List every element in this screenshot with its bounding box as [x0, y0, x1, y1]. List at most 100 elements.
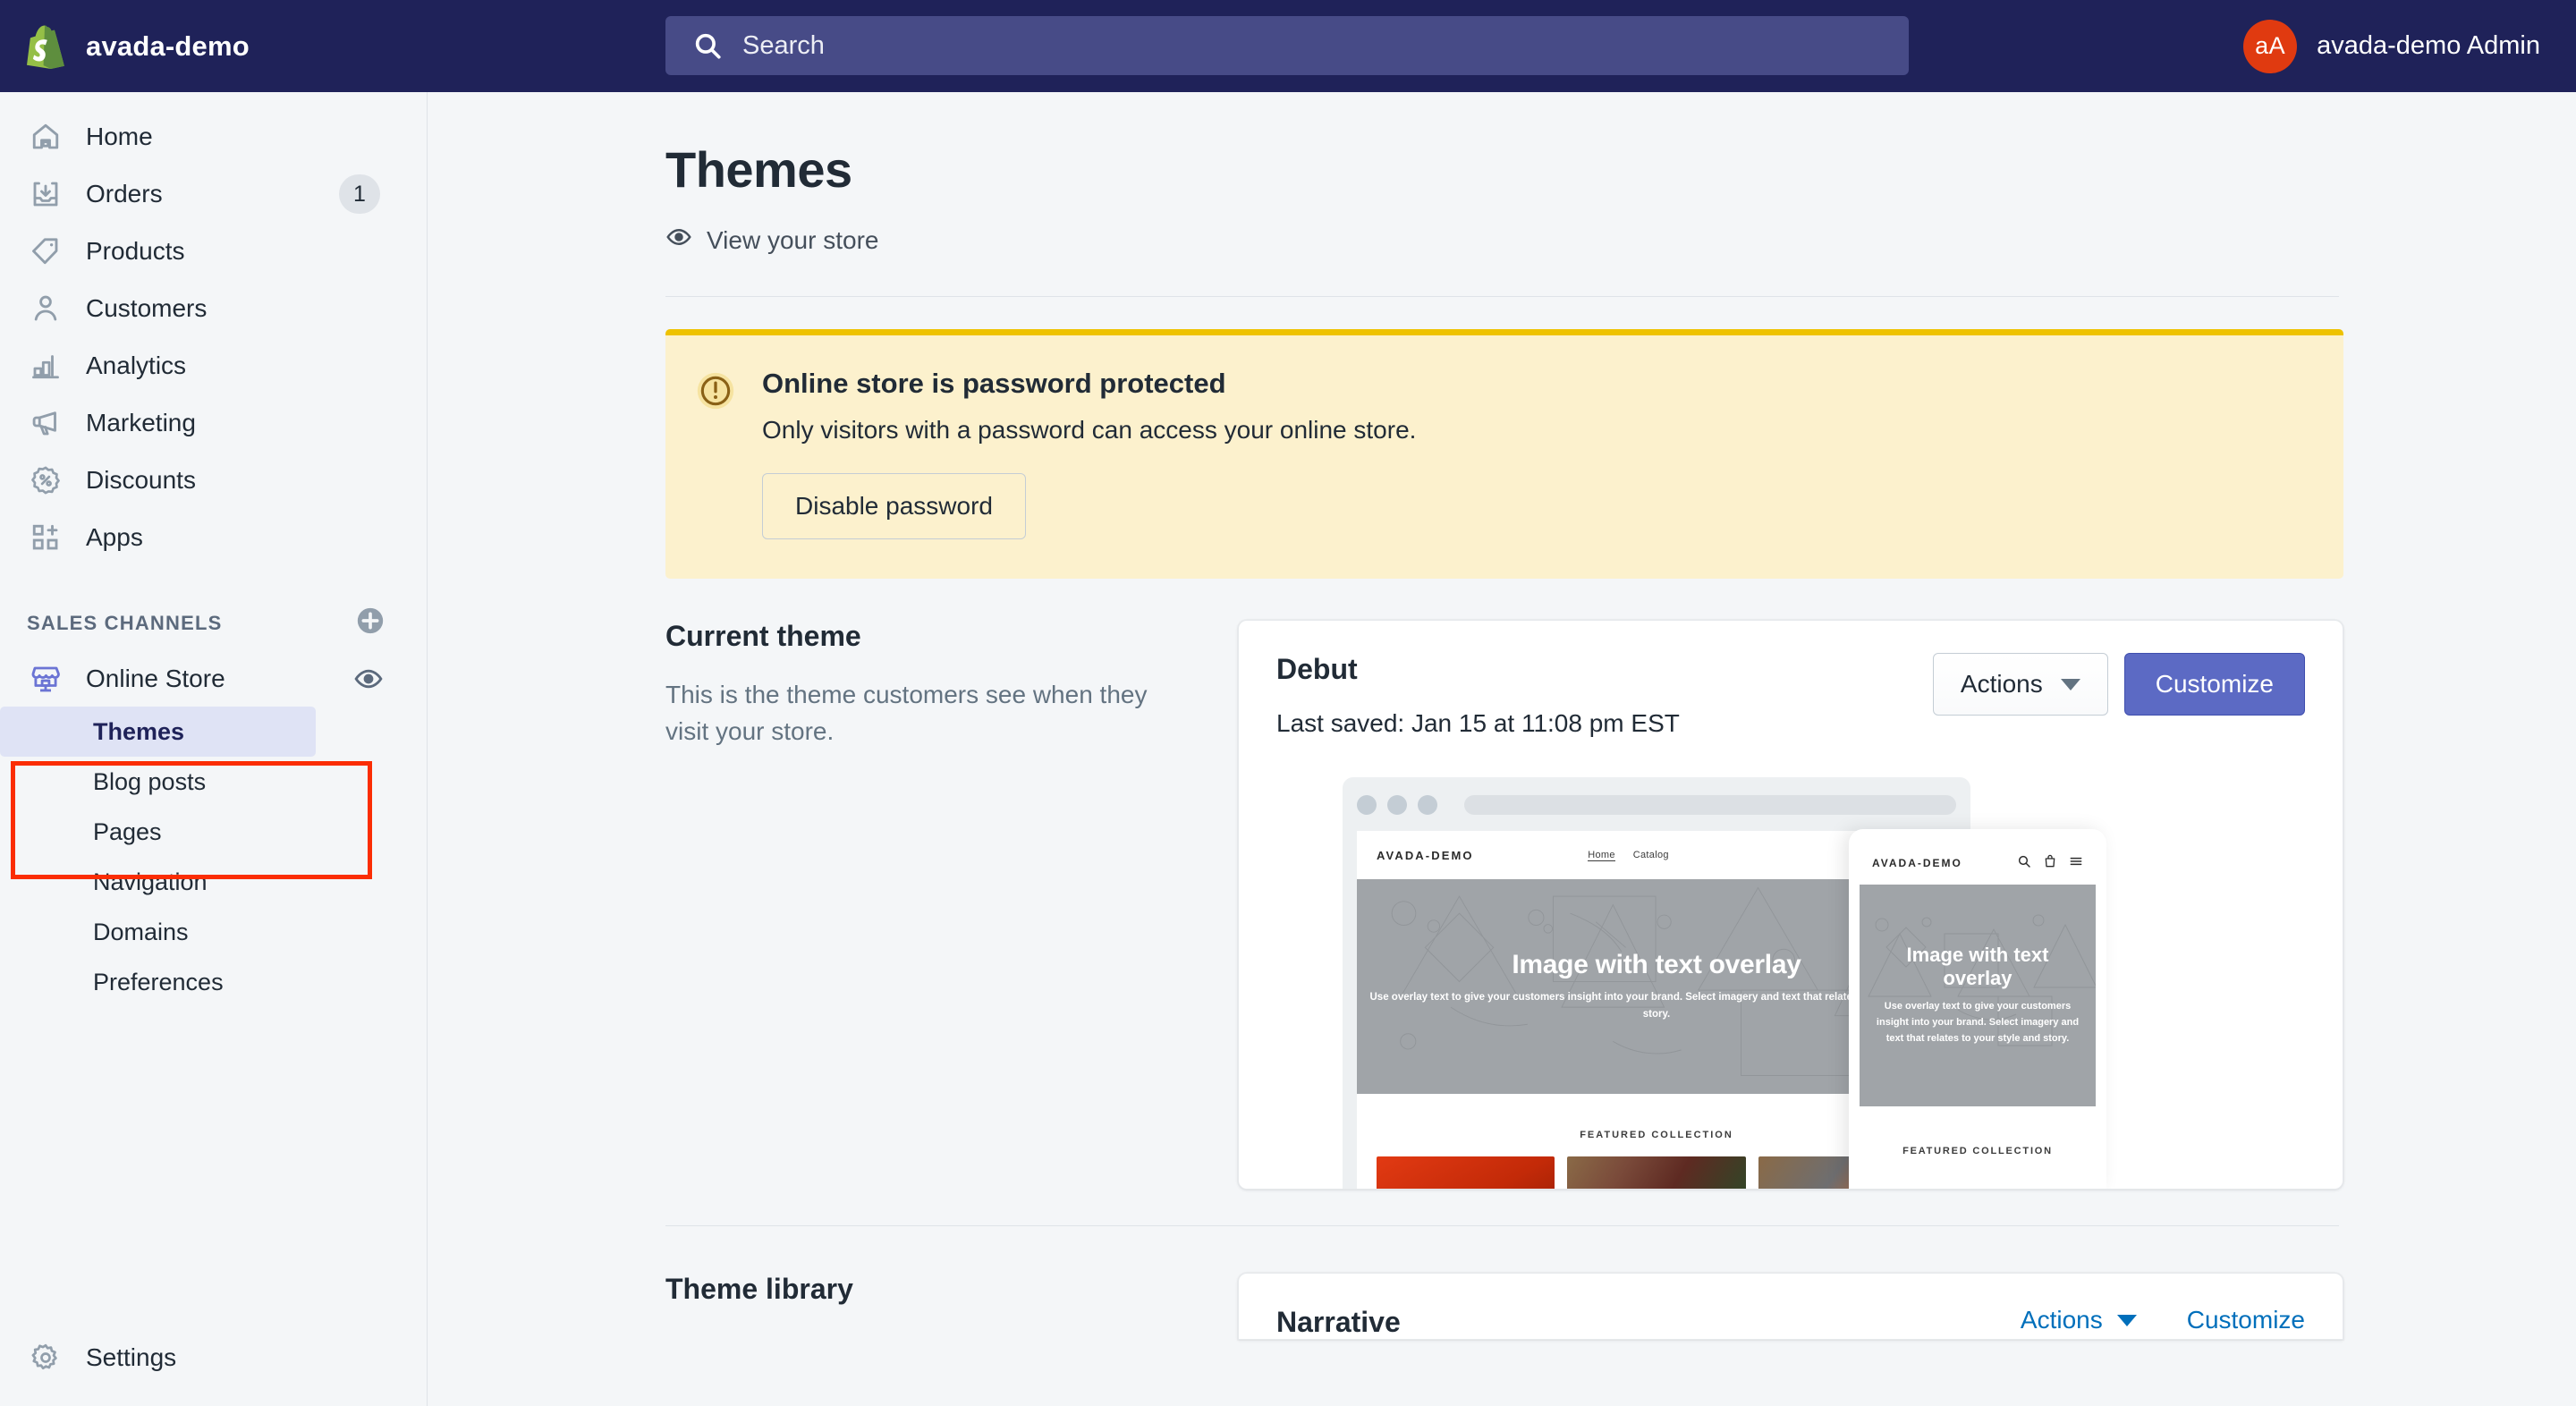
library-theme-actions: Actions Customize — [2021, 1306, 2305, 1334]
sidebar-item-themes[interactable]: Themes — [0, 707, 316, 757]
top-bar: avada-demo aA avada-demo Admin — [0, 0, 2576, 92]
plus-circle-icon[interactable] — [355, 606, 386, 640]
search-area[interactable] — [665, 16, 1909, 75]
sidebar-item-label: Settings — [86, 1343, 177, 1371]
home-icon — [27, 118, 64, 156]
brand-name: avada-demo — [86, 30, 250, 62]
shopify-bag-icon — [25, 24, 66, 69]
sidebar-item-discounts[interactable]: Discounts — [0, 452, 427, 509]
user-menu[interactable]: aA avada-demo Admin — [2243, 0, 2540, 92]
actions-dropdown-button[interactable]: Actions — [1932, 653, 2108, 716]
sidebar: Home Orders 1 Products Customers Analyti… — [0, 92, 428, 1406]
sidebar-item-settings[interactable]: Settings — [0, 1329, 176, 1386]
mobile-storefront-header: AVADA-DEMO — [1860, 842, 2096, 885]
sales-channels-header: SALES CHANNELS — [0, 566, 427, 651]
theme-library-card: Narrative Actions Customize — [1238, 1273, 2343, 1340]
sidebar-item-pages[interactable]: Pages — [0, 807, 427, 857]
brand-area[interactable]: avada-demo — [0, 24, 428, 69]
banner-title: Online store is password protected — [762, 368, 1226, 399]
storefront-logo: AVADA-DEMO — [1377, 848, 1474, 862]
traffic-light-dot — [1418, 795, 1437, 815]
search-input[interactable] — [665, 16, 1909, 75]
main-content: Themes View your store Online store is p… — [428, 92, 2576, 1406]
banner-body: Only visitors with a password can access… — [762, 416, 1417, 444]
sidebar-item-label: Orders — [86, 180, 163, 208]
mobile-storefront-logo: AVADA-DEMO — [1872, 857, 1962, 869]
page-header: Themes View your store — [428, 92, 2576, 257]
sidebar-item-label: Customers — [86, 294, 208, 322]
customize-button[interactable]: Customize — [2123, 653, 2305, 716]
search-icon — [2017, 854, 2031, 873]
eye-icon — [665, 224, 692, 257]
exclamation-circle-icon — [696, 371, 735, 539]
library-actions-label: Actions — [2020, 1306, 2103, 1334]
online-store-section: Online Store Themes Blog posts Pages Nav… — [0, 651, 427, 1007]
sidebar-item-home[interactable]: Home — [0, 108, 427, 165]
theme-library-title: Theme library — [665, 1273, 853, 1305]
apps-grid-plus-icon — [27, 519, 64, 556]
orders-inbox-icon — [27, 175, 64, 213]
bar-chart-icon — [27, 347, 64, 385]
sidebar-item-apps[interactable]: Apps — [0, 509, 427, 566]
sidebar-item-orders[interactable]: Orders 1 — [0, 165, 427, 223]
theme-library-section: Theme library Narrative Actions Customiz… — [665, 1273, 2343, 1340]
theme-name: Debut — [1276, 653, 1358, 685]
chevron-down-icon — [2116, 1314, 2137, 1326]
hero-decoration — [1868, 914, 2096, 1046]
sidebar-item-label: Marketing — [86, 409, 196, 436]
mobile-hero-title: Image with text overlay — [1906, 944, 2049, 990]
hero-title: Image with text overlay — [1512, 950, 1801, 980]
current-theme-card: Debut Last saved: Jan 15 at 11:08 pm EST… — [1238, 620, 2343, 1190]
current-theme-info: Current theme This is the theme customer… — [665, 620, 1238, 1190]
theme-last-saved: Last saved: Jan 15 at 11:08 pm EST — [1276, 709, 1680, 737]
current-theme-description: This is the theme customers see when the… — [665, 681, 1148, 746]
user-name: avada-demo Admin — [2317, 31, 2540, 60]
sidebar-item-analytics[interactable]: Analytics — [0, 337, 427, 394]
actions-label: Actions — [1960, 670, 2043, 698]
orders-badge: 1 — [339, 174, 380, 214]
disable-password-button[interactable]: Disable password — [762, 473, 1026, 539]
library-theme-name: Narrative — [1276, 1306, 1401, 1338]
browser-url-bar — [1464, 795, 1956, 815]
view-your-store-link[interactable]: View your store — [665, 224, 2576, 257]
mobile-hero-body: Use overlay text to give your customers … — [1876, 1001, 2080, 1044]
mobile-preview[interactable]: AVADA-DEMO Image with text overlay Use o… — [1849, 829, 2106, 1189]
view-your-store-label: View your store — [707, 225, 879, 254]
sales-channels-title: SALES CHANNELS — [27, 611, 223, 634]
page-title: Themes — [665, 141, 852, 198]
eye-icon[interactable] — [353, 664, 384, 699]
current-theme-card-header: Debut Last saved: Jan 15 at 11:08 pm EST… — [1276, 653, 2305, 738]
avatar: aA — [2243, 19, 2298, 73]
sidebar-item-navigation[interactable]: Navigation — [0, 857, 427, 907]
library-actions-dropdown[interactable]: Actions — [2021, 1306, 2137, 1334]
sidebar-item-label: Products — [86, 237, 185, 265]
hamburger-menu-icon — [2069, 854, 2083, 873]
product-thumbnail — [1377, 1156, 1555, 1189]
sidebar-item-preferences[interactable]: Preferences — [0, 957, 427, 1007]
sidebar-item-products[interactable]: Products — [0, 223, 427, 280]
traffic-light-dot — [1357, 795, 1377, 815]
tag-icon — [27, 233, 64, 270]
divider — [665, 296, 2339, 297]
sidebar-item-label: Analytics — [86, 352, 187, 379]
sidebar-item-online-store[interactable]: Online Store — [0, 651, 427, 707]
sidebar-item-customers[interactable]: Customers — [0, 280, 427, 337]
theme-preview: AVADA-DEMO Home Catalog Image with text … — [1276, 777, 2305, 1189]
sidebar-item-marketing[interactable]: Marketing — [0, 394, 427, 452]
sidebar-item-blog-posts[interactable]: Blog posts — [0, 757, 427, 807]
sidebar-item-label: Online Store — [86, 665, 225, 692]
sidebar-item-label: Home — [86, 123, 153, 150]
discount-percent-icon — [27, 462, 64, 499]
cart-icon — [2043, 854, 2057, 873]
megaphone-icon — [27, 404, 64, 442]
sidebar-item-domains[interactable]: Domains — [0, 907, 427, 957]
theme-library-info: Theme library — [665, 1273, 1238, 1340]
current-theme-section: Current theme This is the theme customer… — [665, 620, 2343, 1190]
storefront-icon — [27, 660, 64, 698]
gear-icon — [27, 1339, 64, 1376]
mobile-site: AVADA-DEMO Image with text overlay Use o… — [1860, 842, 2096, 1189]
library-customize-link[interactable]: Customize — [2187, 1306, 2305, 1334]
storefront-nav: Home Catalog — [1588, 850, 1669, 861]
primary-nav: Home Orders 1 Products Customers Analyti… — [0, 92, 427, 566]
person-icon — [27, 290, 64, 327]
